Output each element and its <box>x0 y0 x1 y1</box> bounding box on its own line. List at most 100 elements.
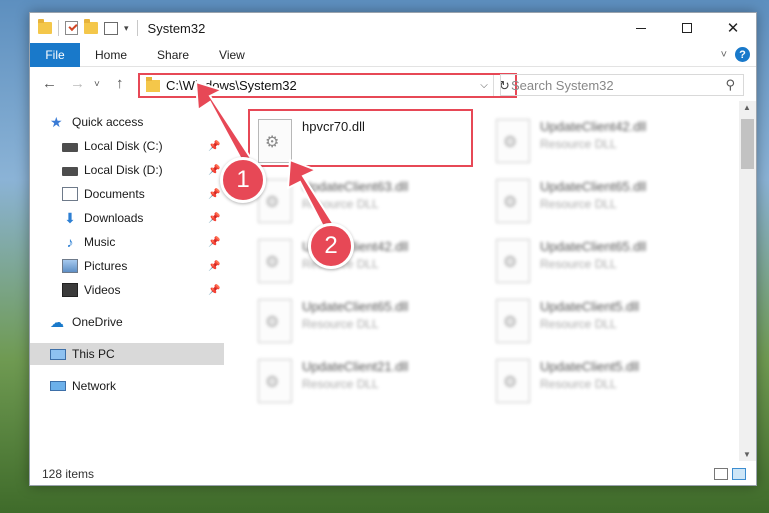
sidebar-item-label: Local Disk (D:) <box>84 163 163 177</box>
new-folder-icon[interactable] <box>84 19 98 34</box>
highlight-box-file <box>248 109 473 167</box>
close-icon: ✕ <box>726 20 740 37</box>
back-button[interactable]: ← <box>42 75 57 92</box>
search-input[interactable]: Search System32 ⚲ <box>500 74 744 96</box>
sidebar-item-label: OneDrive <box>72 315 123 329</box>
this-pc-icon <box>50 349 66 360</box>
gear-icon: ⚙ <box>503 314 518 331</box>
maximize-button[interactable] <box>664 13 710 43</box>
customize-dropdown-icon[interactable]: ▾ <box>124 23 129 34</box>
help-icon[interactable]: ? <box>735 47 750 62</box>
file-item[interactable]: ⚙ UpdateClient65.dll Resource DLL <box>488 233 718 289</box>
tab-view[interactable]: View <box>204 43 260 67</box>
ribbon-right-controls: ˅ ? <box>721 47 750 62</box>
file-item[interactable]: ⚙ UpdateClient5.dll Resource DLL <box>488 353 718 409</box>
title-bar: ▾ System32 ✕ <box>30 13 756 43</box>
file-name: UpdateClient42.dll <box>540 119 647 134</box>
details-view-icon[interactable] <box>714 468 728 480</box>
sidebar-item-this-pc[interactable]: This PC <box>30 343 224 365</box>
file-name: UpdateClient65.dll <box>540 239 647 254</box>
sidebar-item-videos[interactable]: Videos 📌 <box>30 279 224 301</box>
recent-locations-button[interactable]: ˅ <box>94 79 100 90</box>
address-bar[interactable]: C:\Windows\System32 ⌵ ↻ <box>138 73 517 98</box>
sidebar-item-label: Quick access <box>72 115 144 129</box>
scroll-thumb[interactable] <box>741 119 754 169</box>
minimize-button[interactable] <box>618 13 664 43</box>
file-type: Resource DLL <box>540 317 617 331</box>
file-name: UpdateClient21.dll <box>302 359 409 374</box>
file-name: UpdateClient65.dll <box>302 299 409 314</box>
maximize-icon <box>682 23 692 33</box>
view-switcher <box>714 468 746 480</box>
gear-icon: ⚙ <box>265 374 280 391</box>
file-type: Resource DLL <box>302 377 379 391</box>
file-item[interactable]: ⚙ UpdateClient5.dll Resource DLL <box>488 293 718 349</box>
file-name: UpdateClient5.dll <box>540 299 640 314</box>
dll-file-icon: ⚙ <box>496 359 530 403</box>
tab-file[interactable]: File <box>30 42 80 67</box>
sidebar-item-documents[interactable]: Documents 📌 <box>30 183 224 205</box>
toolbar-divider <box>58 20 59 36</box>
sidebar-item-onedrive[interactable]: ☁ OneDrive <box>30 311 224 333</box>
gear-icon: ⚙ <box>503 194 518 211</box>
pin-icon: 📌 <box>208 164 221 176</box>
search-placeholder: Search System32 <box>511 77 614 93</box>
sidebar-item-quick-access[interactable]: ★ Quick access <box>30 111 224 133</box>
file-item[interactable]: ⚙ UpdateClient65.dll Resource DLL <box>488 173 718 229</box>
network-icon <box>50 381 66 391</box>
file-type: Resource DLL <box>540 197 617 211</box>
file-type: Resource DLL <box>540 137 617 151</box>
pin-icon: 📌 <box>208 212 221 224</box>
sidebar-item-downloads[interactable]: ⬇ Downloads 📌 <box>30 207 224 229</box>
forward-button[interactable]: → <box>70 75 85 92</box>
pin-icon: 📌 <box>208 140 221 152</box>
dll-file-icon: ⚙ <box>496 239 530 283</box>
onedrive-icon: ☁ <box>50 314 64 330</box>
file-item[interactable]: ⚙ UpdateClient63.dll Resource DLL <box>250 173 480 229</box>
file-explorer-window: ▾ System32 ✕ File Home Share View ˅ ? ← … <box>29 12 757 486</box>
drive-icon <box>62 143 78 152</box>
address-path[interactable]: C:\Windows\System32 <box>166 78 475 93</box>
drive-icon <box>62 167 78 176</box>
minimize-icon <box>636 27 646 29</box>
address-dropdown-icon[interactable]: ⌵ <box>475 80 493 91</box>
up-button[interactable]: ↑ <box>116 75 124 92</box>
window-title: System32 <box>147 20 206 36</box>
sidebar-item-label: Local Disk (C:) <box>84 139 163 153</box>
tab-share[interactable]: Share <box>142 43 204 67</box>
step-badge-2: 2 <box>308 223 354 269</box>
file-type: Resource DLL <box>540 257 617 271</box>
properties-check-icon[interactable] <box>65 21 78 35</box>
sidebar-item-music[interactable]: ♪ Music 📌 <box>30 231 224 253</box>
sidebar-item-local-disk-d[interactable]: Local Disk (D:) 📌 <box>30 159 224 181</box>
file-item[interactable]: ⚙ UpdateClient42.dllResource DLL <box>250 233 480 289</box>
scroll-up-icon[interactable]: ▲ <box>743 103 751 112</box>
dll-file-icon: ⚙ <box>496 299 530 343</box>
large-icons-view-icon[interactable] <box>732 468 746 480</box>
vertical-scrollbar[interactable]: ▲ ▼ <box>739 101 756 461</box>
file-item[interactable]: ⚙ UpdateClient42.dll Resource DLL <box>488 113 718 169</box>
scroll-down-icon[interactable]: ▼ <box>743 450 751 459</box>
file-name: UpdateClient65.dll <box>540 179 647 194</box>
file-item[interactable]: ⚙ UpdateClient21.dll Resource DLL <box>250 353 480 409</box>
gear-icon: ⚙ <box>503 254 518 271</box>
pin-icon: 📌 <box>208 236 221 248</box>
tab-home[interactable]: Home <box>80 43 142 67</box>
file-item[interactable]: ⚙ UpdateClient65.dll Resource DLL <box>250 293 480 349</box>
title-divider <box>136 20 138 36</box>
close-button[interactable]: ✕ <box>710 13 756 43</box>
dll-file-icon: ⚙ <box>496 119 530 163</box>
sidebar-item-pictures[interactable]: Pictures 📌 <box>30 255 224 277</box>
sidebar-item-network[interactable]: Network <box>30 375 224 397</box>
quick-access-toolbar: ▾ <box>30 19 129 36</box>
sidebar-item-label: Downloads <box>84 211 144 225</box>
sidebar-item-local-disk-c[interactable]: Local Disk (C:) 📌 <box>30 135 224 157</box>
navigation-pane: ★ Quick access Local Disk (C:) 📌 Local D… <box>30 109 224 454</box>
expand-ribbon-icon[interactable]: ˅ <box>721 49 727 61</box>
sidebar-item-label: Videos <box>84 283 121 297</box>
search-icon[interactable]: ⚲ <box>725 77 735 93</box>
file-type: Resource DLL <box>302 197 379 211</box>
customize-icon[interactable] <box>104 21 118 35</box>
sidebar-item-label: Pictures <box>84 259 128 273</box>
file-type: Resource DLL <box>302 317 379 331</box>
